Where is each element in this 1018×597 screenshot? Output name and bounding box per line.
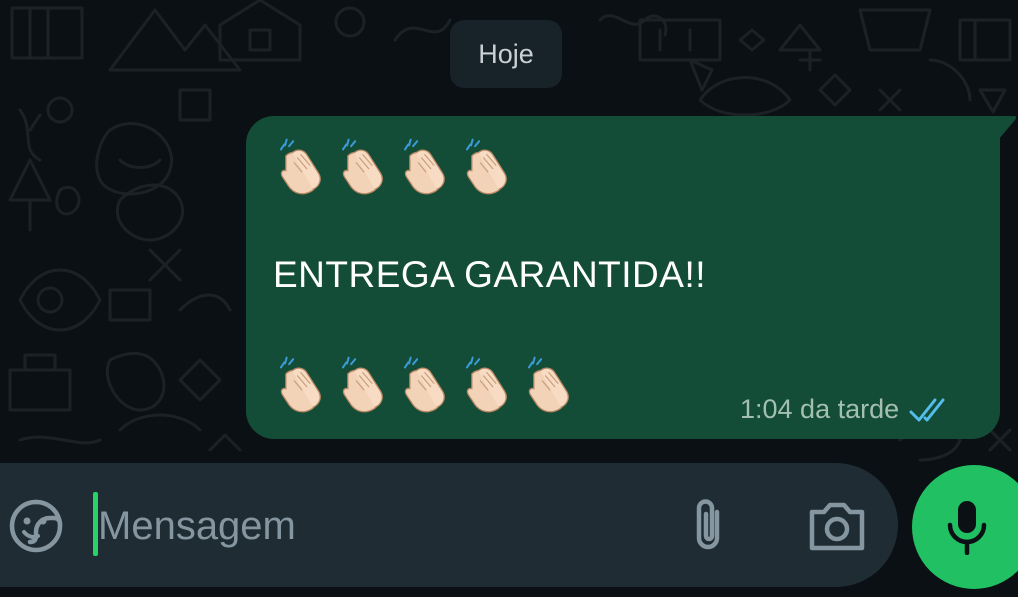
double-check-read-icon (909, 398, 945, 421)
clapping-hands-emoji (403, 356, 446, 413)
paperclip-icon[interactable] (686, 496, 730, 556)
clapping-hands-emoji (341, 356, 384, 413)
message-meta: 1:04 da tarde (740, 394, 953, 425)
emoji-row-bottom (272, 356, 582, 413)
camera-icon[interactable] (806, 498, 868, 554)
clapping-hands-emoji (279, 356, 322, 413)
date-separator: Hoje (450, 20, 562, 88)
clapping-hands-emoji (279, 138, 322, 195)
clapping-hands-emoji (403, 138, 446, 195)
sticker-icon[interactable] (8, 498, 64, 554)
clapping-hands-emoji (465, 138, 508, 195)
clapping-hands-emoji (465, 356, 508, 413)
clapping-hands-emoji (341, 138, 384, 195)
clapping-hands-emoji (527, 356, 570, 413)
bubble-tail (998, 116, 1017, 140)
microphone-icon (947, 501, 987, 555)
message-time: 1:04 da tarde (740, 394, 900, 424)
message-text: ENTREGA GARANTIDA!! (273, 254, 707, 295)
emoji-row-top (272, 138, 520, 195)
message-input[interactable] (98, 494, 658, 558)
